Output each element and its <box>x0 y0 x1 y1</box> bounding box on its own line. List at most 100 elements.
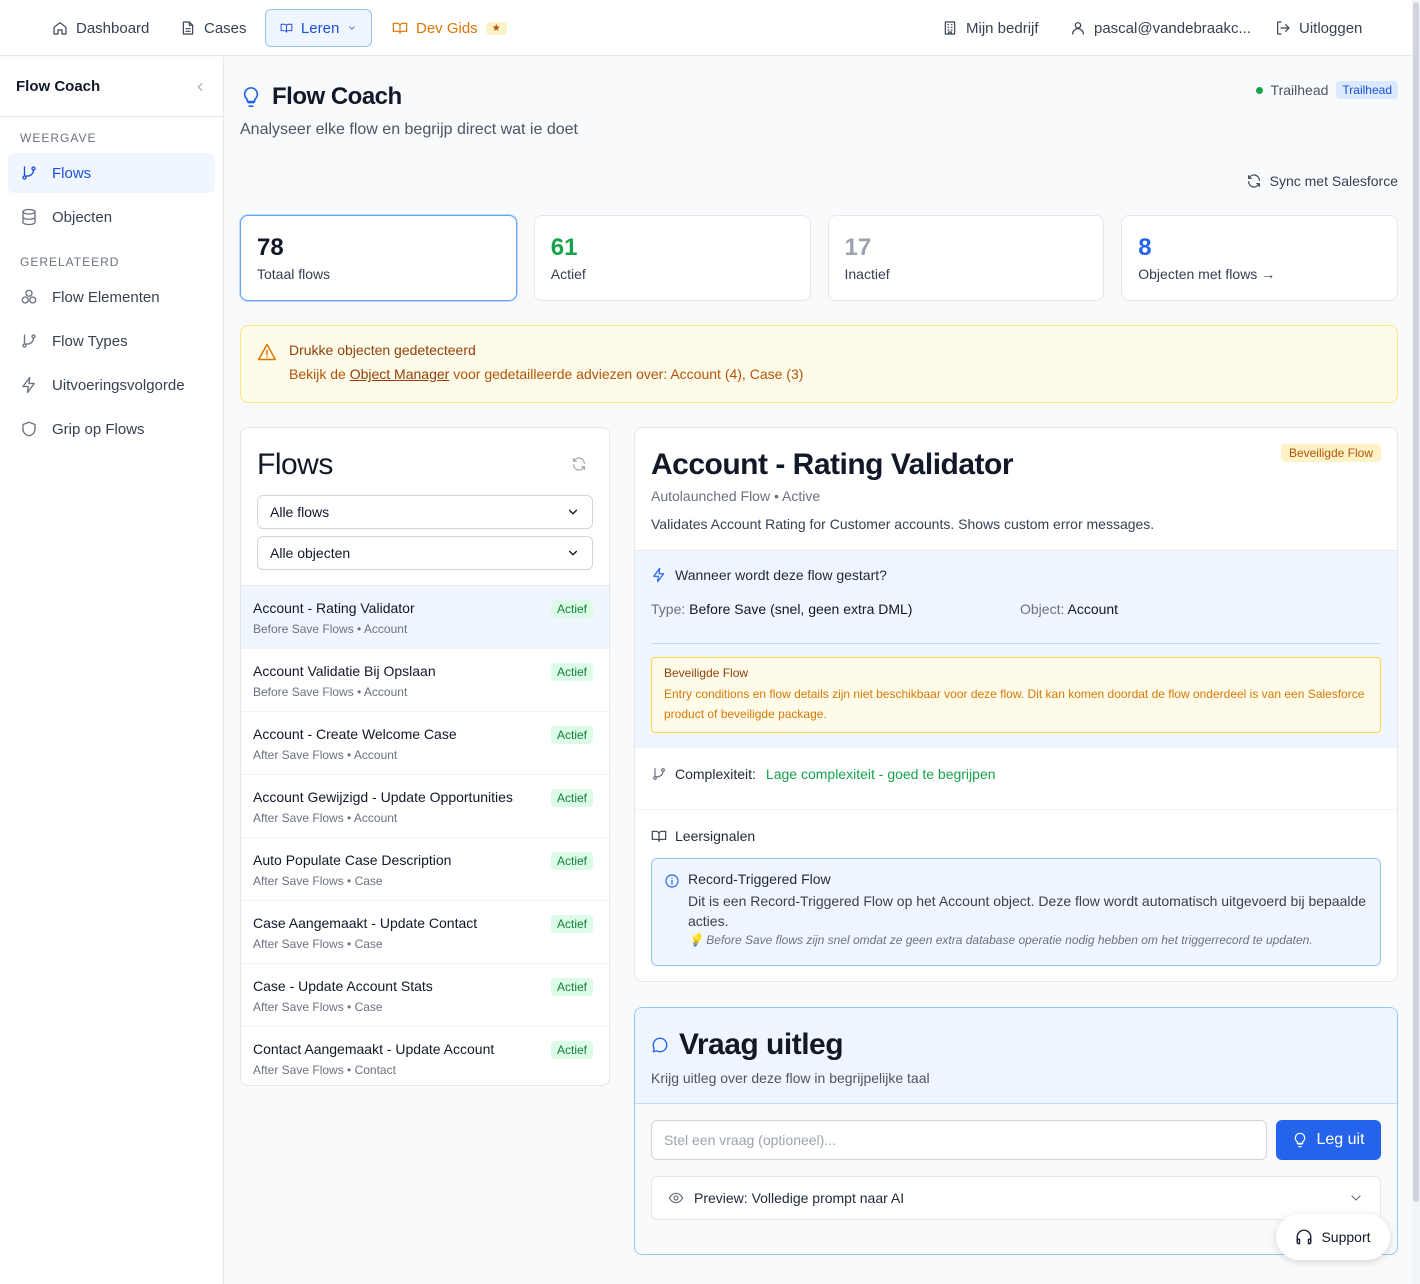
flow-list-item[interactable]: Account Gewijzigd - Update Opportunities… <box>241 775 609 838</box>
lightbulb-icon <box>243 87 259 107</box>
stat-objects[interactable]: 8 Objecten met flows → <box>1121 215 1398 301</box>
sidebar-item-label: Uitvoeringsvolgorde <box>52 376 185 394</box>
lightning-icon <box>653 567 665 583</box>
flow-meta: After Save Flows • Case <box>253 874 383 888</box>
nav-company-label: Mijn bedrijf <box>966 19 1039 37</box>
book-open-icon <box>280 23 293 33</box>
divider <box>635 809 1397 810</box>
git-branch-icon <box>22 334 36 348</box>
complexity-row: Complexiteit: Lage complexiteit - goed t… <box>651 766 996 782</box>
learning-signals-heading: Leersignalen <box>651 828 755 844</box>
flow-name: Case - Update Account Stats <box>253 978 433 994</box>
main-content: Flow Coach Analyseer elke flow en begrij… <box>224 57 1412 1284</box>
stat-inactive[interactable]: 17 Inactief <box>827 215 1105 301</box>
page-subtitle: Analyseer elke flow en begrijp direct wa… <box>240 121 578 138</box>
page-scrollbar[interactable] <box>1412 0 1420 1284</box>
secure-flow-notice: Beveiligde Flow Entry conditions en flow… <box>651 657 1381 733</box>
trigger-object-label: Object: <box>1020 601 1065 617</box>
database-icon <box>22 208 36 226</box>
flow-list-item[interactable]: Case Aangemaakt - Update Contact After S… <box>241 901 609 964</box>
sidebar-item-objecten[interactable]: Objecten <box>8 197 215 237</box>
git-branch-icon <box>22 166 36 180</box>
flow-list-item[interactable]: Account Validatie Bij Opslaan Before Sav… <box>241 649 609 712</box>
nav-cases[interactable]: Cases <box>166 9 261 47</box>
nav-company[interactable]: Mijn bedrijf <box>928 9 1053 47</box>
trigger-heading-text: Wanneer wordt deze flow gestart? <box>675 567 887 583</box>
nav-logout[interactable]: Uitloggen <box>1261 9 1376 47</box>
refresh-icon[interactable] <box>571 456 587 472</box>
status-badge: Actief <box>550 663 593 681</box>
stat-total[interactable]: 78 Totaal flows <box>240 215 517 301</box>
sidebar-item-uitvoeringsvolgorde[interactable]: Uitvoeringsvolgorde <box>8 365 215 405</box>
status-badge: Actief <box>550 852 593 870</box>
nav-user-label: pascal@vandebraakc... <box>1094 19 1251 37</box>
stat-value: 78 <box>257 234 284 261</box>
complexity-value: Lage complexiteit - goed te begrijpen <box>765 766 996 782</box>
prompt-preview-toggle[interactable]: Preview: Volledige prompt naar AI <box>651 1176 1381 1220</box>
flow-filter-select[interactable]: Alle flows <box>257 495 593 529</box>
status-badge: Actief <box>550 978 593 996</box>
status-dot <box>1255 86 1263 94</box>
signal-text: Dit is een Record-Triggered Flow op het … <box>688 893 1367 929</box>
flow-name: Account Gewijzigd - Update Opportunities <box>253 789 513 805</box>
document-icon <box>182 21 194 35</box>
flow-list-item[interactable]: Case - Update Account Stats After Save F… <box>241 964 609 1027</box>
sidebar-item-label: Flows <box>52 164 92 182</box>
flow-name: Auto Populate Case Description <box>253 852 452 868</box>
trigger-type-value: Before Save (snel, geen extra DML) <box>689 601 913 617</box>
user-icon <box>1072 22 1084 35</box>
trigger-object: Object: Account <box>1020 601 1118 617</box>
explain-button[interactable]: Leg uit <box>1276 1120 1381 1160</box>
stat-label: Actief <box>550 266 586 282</box>
support-label: Support <box>1321 1229 1371 1245</box>
object-manager-link[interactable]: Object Manager <box>350 366 450 382</box>
warning-text: Bekijk de Object Manager voor gedetaille… <box>289 366 1381 382</box>
trailhead-badge: Trailhead <box>1336 81 1398 99</box>
stat-active[interactable]: 61 Actief <box>533 215 811 301</box>
sidebar-header: Flow Coach <box>0 57 223 117</box>
stat-label: Totaal flows <box>257 266 331 282</box>
status-badge: Actief <box>550 600 593 618</box>
flow-meta: After Save Flows • Account <box>253 811 398 825</box>
sidebar: Flow Coach WEERGAVE Flows Objecten GEREL… <box>0 57 224 1284</box>
sync-button[interactable]: Sync met Salesforce <box>1246 173 1398 189</box>
chevron-left-icon[interactable] <box>193 80 207 94</box>
status-badge: Actief <box>550 789 593 807</box>
nav-leren-label: Leren <box>300 19 340 37</box>
stat-label: Inactief <box>844 266 890 282</box>
flow-list-item[interactable]: Account - Rating Validator Before Save F… <box>241 586 609 649</box>
nav-leren[interactable]: Leren <box>265 9 372 47</box>
nav-user[interactable]: pascal@vandebraakc... <box>1056 9 1265 47</box>
page-title: Flow Coach <box>240 83 402 111</box>
flows-title: Flows <box>257 448 333 481</box>
sidebar-section-gerelateerd: GERELATEERD <box>20 255 120 269</box>
busy-objects-warning: Drukke objecten gedetecteerd Bekijk de O… <box>240 325 1398 403</box>
flow-list-item[interactable]: Contact Aangemaakt - Update Account Afte… <box>241 1027 609 1085</box>
flow-detail-description: Validates Account Rating for Customer ac… <box>651 516 1155 532</box>
sidebar-item-flows[interactable]: Flows <box>8 153 215 193</box>
learning-signal-card: Record-Triggered Flow Dit is een Record-… <box>651 858 1381 966</box>
flow-list-item[interactable]: Account - Create Welcome Case After Save… <box>241 712 609 775</box>
sidebar-item-grip-op-flows[interactable]: Grip op Flows <box>8 409 215 449</box>
flow-detail-panel: Account - Rating Validator Beveiligde Fl… <box>634 427 1398 982</box>
sidebar-item-flow-elementen[interactable]: Flow Elementen <box>8 277 215 317</box>
building-icon <box>944 21 956 35</box>
trigger-divider <box>651 643 1381 644</box>
flow-list-item[interactable]: Auto Populate Case Description After Sav… <box>241 838 609 901</box>
trailhead-status: Trailhead Trailhead <box>1255 81 1398 99</box>
question-input[interactable] <box>651 1120 1267 1160</box>
object-filter-select[interactable]: Alle objecten <box>257 536 593 570</box>
nav-dev-gids[interactable]: Dev Gids ★ <box>378 9 521 47</box>
status-badge: Actief <box>550 915 593 933</box>
sidebar-item-flow-types[interactable]: Flow Types <box>8 321 215 361</box>
sidebar-title: Flow Coach <box>16 78 101 95</box>
headphones-icon <box>1297 1229 1312 1245</box>
info-icon <box>665 874 679 888</box>
trigger-section: Wanneer wordt deze flow gestart? Type: B… <box>635 550 1397 748</box>
page-scrollbar-thumb[interactable] <box>1413 2 1419 1202</box>
nav-dashboard[interactable]: Dashboard <box>38 9 163 47</box>
secure-notice-title: Beveiligde Flow <box>664 666 749 680</box>
signal-title: Record-Triggered Flow <box>688 871 831 887</box>
book-open-icon <box>651 830 667 842</box>
support-button[interactable]: Support <box>1276 1214 1390 1260</box>
